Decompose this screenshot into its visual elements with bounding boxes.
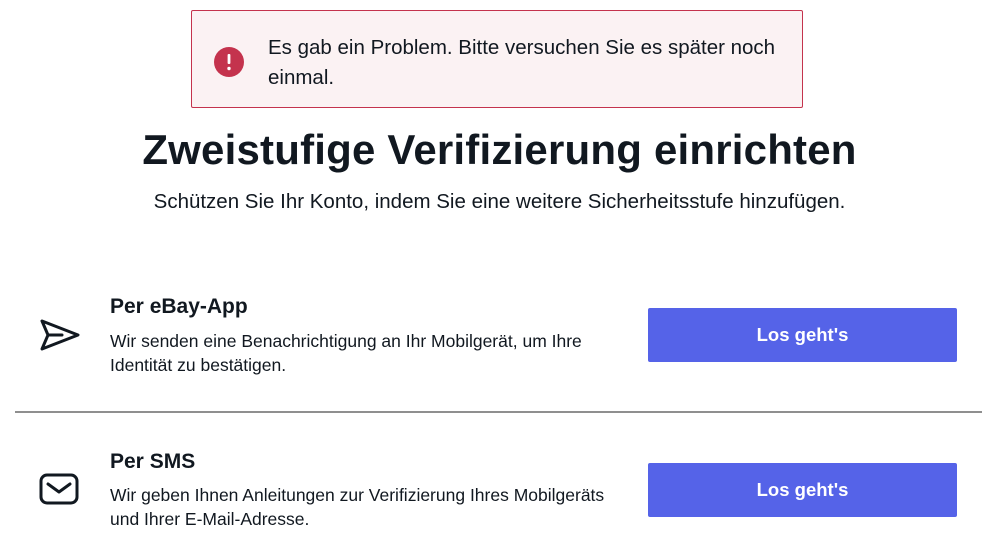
option-title: Per eBay-App <box>110 295 248 318</box>
option-description: Wir geben Ihnen Anleitungen zur Verifizi… <box>110 485 605 529</box>
page-title: Zweistufige Verifizierung einrichten <box>142 126 857 173</box>
sms-start-button[interactable]: Los geht's <box>648 463 957 517</box>
envelope-icon <box>38 471 80 512</box>
exclamation-icon <box>214 47 244 77</box>
divider <box>15 411 982 413</box>
error-message: Es gab ein Problem. Bitte versuchen Sie … <box>268 36 776 89</box>
ebay-app-start-button[interactable]: Los geht's <box>648 308 957 362</box>
option-title: Per SMS <box>110 450 196 473</box>
page-subtitle: Schützen Sie Ihr Konto, indem Sie eine w… <box>153 190 846 213</box>
option-description: Wir senden eine Benachrichtigung an Ihr … <box>110 331 582 375</box>
two-step-verification-page: Es gab ein Problem. Bitte versuchen Sie … <box>0 0 999 540</box>
error-alert: Es gab ein Problem. Bitte versuchen Sie … <box>191 10 803 108</box>
send-arrow-icon <box>38 317 82 358</box>
